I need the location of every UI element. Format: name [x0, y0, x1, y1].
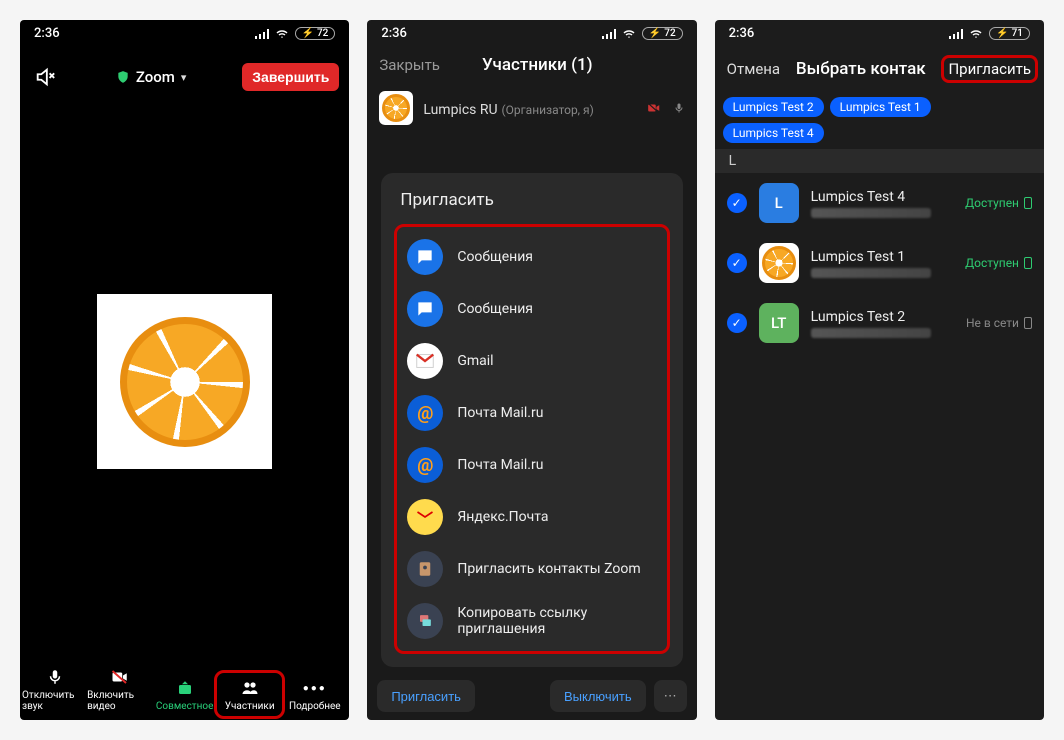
mute-all-button[interactable]: Выключить	[550, 680, 646, 712]
contact-status: Доступен	[965, 256, 1032, 270]
checkmark-icon: ✓	[727, 313, 747, 333]
device-icon	[1024, 257, 1032, 269]
device-icon	[1024, 317, 1032, 329]
cancel-button[interactable]: Отмена	[721, 60, 780, 78]
invite-option-copy-link[interactable]: Копировать ссылку приглашения	[397, 595, 666, 647]
contact-sub	[811, 208, 931, 218]
contact-name: Lumpics Test 4	[811, 189, 931, 205]
mic-icon	[673, 100, 685, 116]
checkmark-icon: ✓	[727, 253, 747, 273]
meeting-toolbar: Отключить звук Включить видео Совместное…	[20, 662, 349, 720]
contact-sub	[811, 328, 931, 338]
status-bar: 2:36 ⚡71	[715, 20, 1044, 45]
participants-icon	[239, 677, 261, 699]
self-avatar-tile	[97, 294, 272, 469]
contact-avatar: L	[759, 183, 799, 223]
status-bar: 2:36 ⚡72	[20, 20, 349, 45]
phone-screen-meeting: 2:36 ⚡72 Zoom ▾ Завершить	[20, 20, 349, 720]
wifi-icon	[275, 28, 289, 40]
invite-option-messages[interactable]: Сообщения	[397, 283, 666, 335]
invite-option-mailru[interactable]: @ Почта Mail.ru	[397, 387, 666, 439]
phone-screen-select-contacts: 2:36 ⚡71 Отмена Выбрать контак Пригласит…	[715, 20, 1044, 720]
chip[interactable]: Lumpics Test 2	[723, 97, 824, 117]
invite-button[interactable]: Пригласить	[941, 55, 1038, 83]
mute-button[interactable]: Отключить звук	[22, 662, 87, 716]
video-button[interactable]: Включить видео	[87, 662, 152, 716]
invite-options-list: Сообщения Сообщения Gmail @ Почта Mail.r…	[394, 224, 669, 654]
more-actions-button[interactable]: ⋯	[654, 680, 687, 712]
speaker-icon[interactable]	[30, 66, 60, 88]
contact-row[interactable]: ✓ L Lumpics Test 4 Доступен	[715, 173, 1044, 233]
invite-sheet: Пригласить Сообщения Сообщения Gmail @ П…	[381, 173, 682, 667]
signal-icon	[949, 29, 963, 39]
participant-role: (Организатор, я)	[502, 103, 594, 117]
status-time: 2:36	[34, 26, 60, 41]
more-icon: ●●●	[303, 677, 327, 699]
select-contacts-title: Выбрать контак	[780, 59, 941, 79]
chip[interactable]: Lumpics Test 4	[723, 123, 824, 143]
invite-option-gmail[interactable]: Gmail	[397, 335, 666, 387]
contact-name: Lumpics Test 2	[811, 309, 931, 325]
invite-option-messages[interactable]: Сообщения	[397, 231, 666, 283]
status-time: 2:36	[381, 26, 407, 41]
chevron-down-icon: ▾	[181, 71, 187, 84]
signal-icon	[255, 29, 269, 39]
participants-actions: Пригласить Выключить ⋯	[367, 672, 696, 720]
participant-name: Lumpics RU	[423, 102, 497, 118]
mailru-icon: @	[407, 447, 443, 483]
wifi-icon	[622, 28, 636, 40]
mailru-icon: @	[407, 395, 443, 431]
invite-button[interactable]: Пригласить	[377, 680, 475, 712]
battery-icon: ⚡72	[295, 27, 336, 40]
select-contacts-header: Отмена Выбрать контак Пригласить	[715, 45, 1044, 91]
meeting-title[interactable]: Zoom ▾	[116, 68, 187, 86]
messages-icon	[407, 291, 443, 327]
contact-sub	[811, 268, 931, 278]
phone-screen-participants: 2:36 ⚡72 Закрыть Участники (1) Lumpics R…	[367, 20, 696, 720]
device-icon	[1024, 197, 1032, 209]
orange-avatar-icon	[120, 317, 250, 447]
participant-avatar	[379, 91, 413, 125]
status-bar: 2:36 ⚡72	[367, 20, 696, 45]
camera-off-icon	[645, 101, 663, 115]
contact-name: Lumpics Test 1	[811, 249, 931, 265]
camera-off-icon	[110, 666, 130, 688]
microphone-icon	[46, 666, 64, 688]
selected-chips: Lumpics Test 2 Lumpics Test 1 Lumpics Te…	[715, 91, 1044, 149]
participants-title: Участники (1)	[390, 55, 685, 75]
messages-icon	[407, 239, 443, 275]
status-time: 2:36	[729, 26, 755, 41]
section-header: L	[715, 149, 1044, 173]
signal-icon	[602, 29, 616, 39]
copy-link-icon	[407, 603, 443, 639]
end-meeting-button[interactable]: Завершить	[242, 63, 339, 91]
invite-option-mailru[interactable]: @ Почта Mail.ru	[397, 439, 666, 491]
battery-icon: ⚡72	[642, 27, 683, 40]
share-button[interactable]: Совместное	[152, 673, 217, 716]
meeting-header: Zoom ▾ Завершить	[20, 45, 349, 101]
share-icon	[176, 677, 194, 699]
gmail-icon	[407, 343, 443, 379]
invite-option-zoom-contacts[interactable]: Пригласить контакты Zoom	[397, 543, 666, 595]
participant-row[interactable]: Lumpics RU (Организатор, я)	[367, 83, 696, 133]
contacts-icon	[407, 551, 443, 587]
participants-button[interactable]: Участники	[214, 670, 285, 719]
battery-icon: ⚡71	[989, 27, 1030, 40]
wifi-icon	[969, 28, 983, 40]
contact-status: Доступен	[965, 196, 1032, 210]
shield-icon	[116, 70, 130, 84]
participants-header: Закрыть Участники (1)	[367, 45, 696, 83]
contact-status: Не в сети	[966, 316, 1032, 330]
contact-row[interactable]: ✓ Lumpics Test 1 Доступен	[715, 233, 1044, 293]
chip[interactable]: Lumpics Test 1	[830, 97, 931, 117]
contact-avatar	[759, 243, 799, 283]
sheet-title: Пригласить	[384, 190, 679, 220]
invite-option-yandex[interactable]: Яндекс.Почта	[397, 491, 666, 543]
checkmark-icon: ✓	[727, 193, 747, 213]
contact-row[interactable]: ✓ LT Lumpics Test 2 Не в сети	[715, 293, 1044, 353]
yandex-mail-icon	[407, 499, 443, 535]
video-area	[20, 101, 349, 662]
more-button[interactable]: ●●● Подробнее	[282, 673, 347, 716]
contact-avatar: LT	[759, 303, 799, 343]
